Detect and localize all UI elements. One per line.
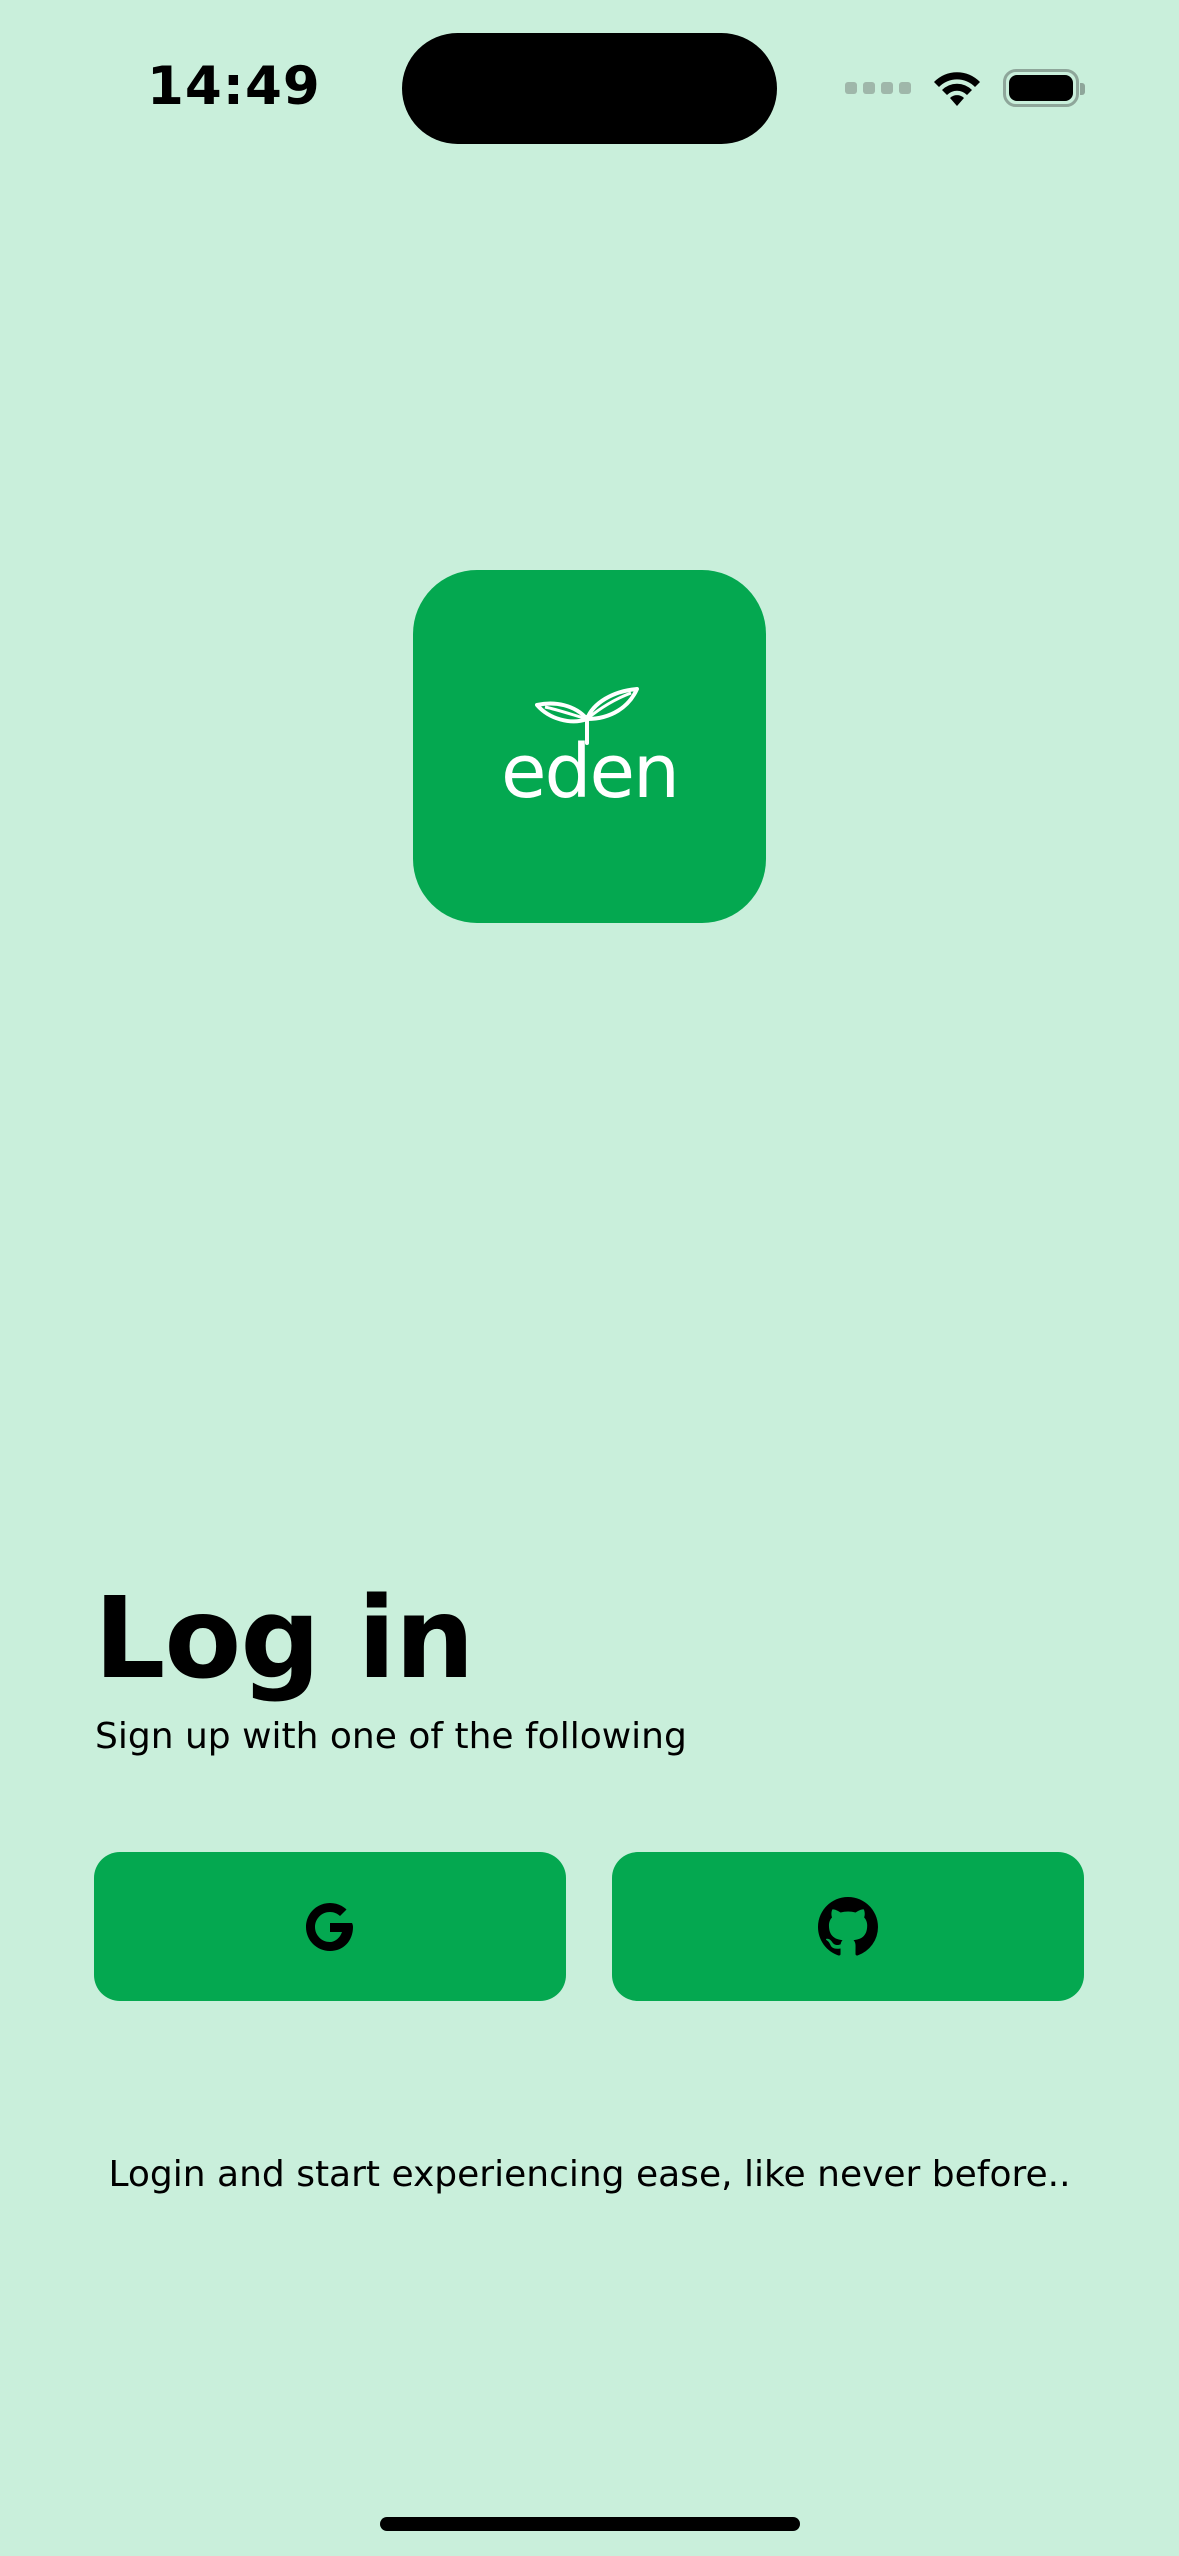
page-subtitle: Sign up with one of the following <box>95 1716 687 1757</box>
cellular-signal-icon <box>845 82 911 94</box>
logo-wordmark: eden <box>501 728 680 815</box>
status-bar-indicators <box>845 64 1085 112</box>
wifi-icon <box>934 72 980 106</box>
status-bar-time: 14:49 <box>147 56 321 117</box>
google-icon <box>306 1902 353 1951</box>
dynamic-island <box>402 33 777 144</box>
github-login-button[interactable] <box>612 1852 1084 2001</box>
app-logo: eden <box>413 570 766 923</box>
tagline: Login and start experiencing ease, like … <box>108 2154 1071 2195</box>
github-icon <box>818 1896 878 1956</box>
google-login-button[interactable] <box>94 1852 566 2001</box>
battery-icon <box>1003 69 1085 107</box>
page-title: Log in <box>94 1574 475 1704</box>
home-indicator[interactable] <box>380 2517 800 2531</box>
